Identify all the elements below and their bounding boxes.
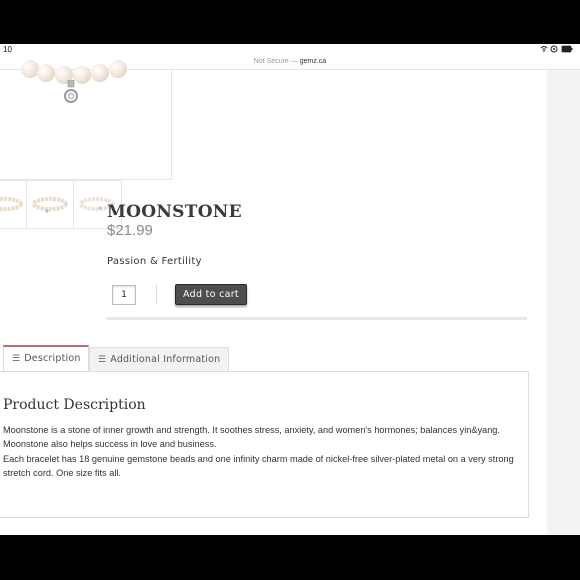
security-label: Not Secure — bbox=[253, 58, 298, 65]
thumbnail-2[interactable] bbox=[26, 180, 75, 229]
status-bar: 10 bbox=[0, 44, 580, 55]
tab-description[interactable]: ☰ Description bbox=[3, 345, 89, 371]
product-title: MOONSTONE bbox=[107, 202, 242, 222]
product-price: $21.99 bbox=[107, 222, 153, 239]
tab-additional-information[interactable]: ☰ Additional Information bbox=[89, 347, 229, 372]
add-to-cart-button[interactable]: Add to cart bbox=[175, 284, 247, 305]
bracelet-thumbnail-image bbox=[32, 197, 68, 213]
list-icon: ☰ bbox=[98, 355, 107, 365]
bead bbox=[21, 60, 39, 78]
wifi-icon bbox=[540, 45, 573, 53]
description-body: Moonstone is a stone of inner growth and… bbox=[3, 423, 518, 480]
description-paragraph: Moonstone is a stone of inner growth and… bbox=[3, 425, 500, 450]
url-domain: gemz.ca bbox=[299, 58, 327, 65]
tab-label: Description bbox=[24, 353, 81, 364]
quantity-input[interactable]: 1 bbox=[112, 285, 136, 305]
divider bbox=[156, 284, 157, 304]
product-subtitle: Passion & Fertility bbox=[107, 256, 202, 267]
tab-label: Additional Information bbox=[110, 354, 221, 365]
section-divider bbox=[106, 317, 527, 320]
charm-icon bbox=[64, 80, 78, 103]
bead bbox=[91, 64, 109, 82]
bead bbox=[37, 64, 55, 82]
list-icon: ☰ bbox=[12, 354, 21, 364]
description-heading: Product Description bbox=[3, 397, 146, 413]
product-main-image[interactable] bbox=[0, 60, 172, 180]
bracelet-thumbnail-image bbox=[0, 197, 23, 211]
clock: 10 bbox=[3, 45, 12, 54]
page-gutter bbox=[547, 70, 580, 535]
description-paragraph: Each bracelet has 18 genuine gemstone be… bbox=[3, 453, 514, 478]
browser-screen: 10 Not Secure — gemz.ca MOONSTONE $21.99… bbox=[0, 44, 580, 535]
status-icons bbox=[540, 45, 574, 55]
bead bbox=[109, 60, 127, 78]
